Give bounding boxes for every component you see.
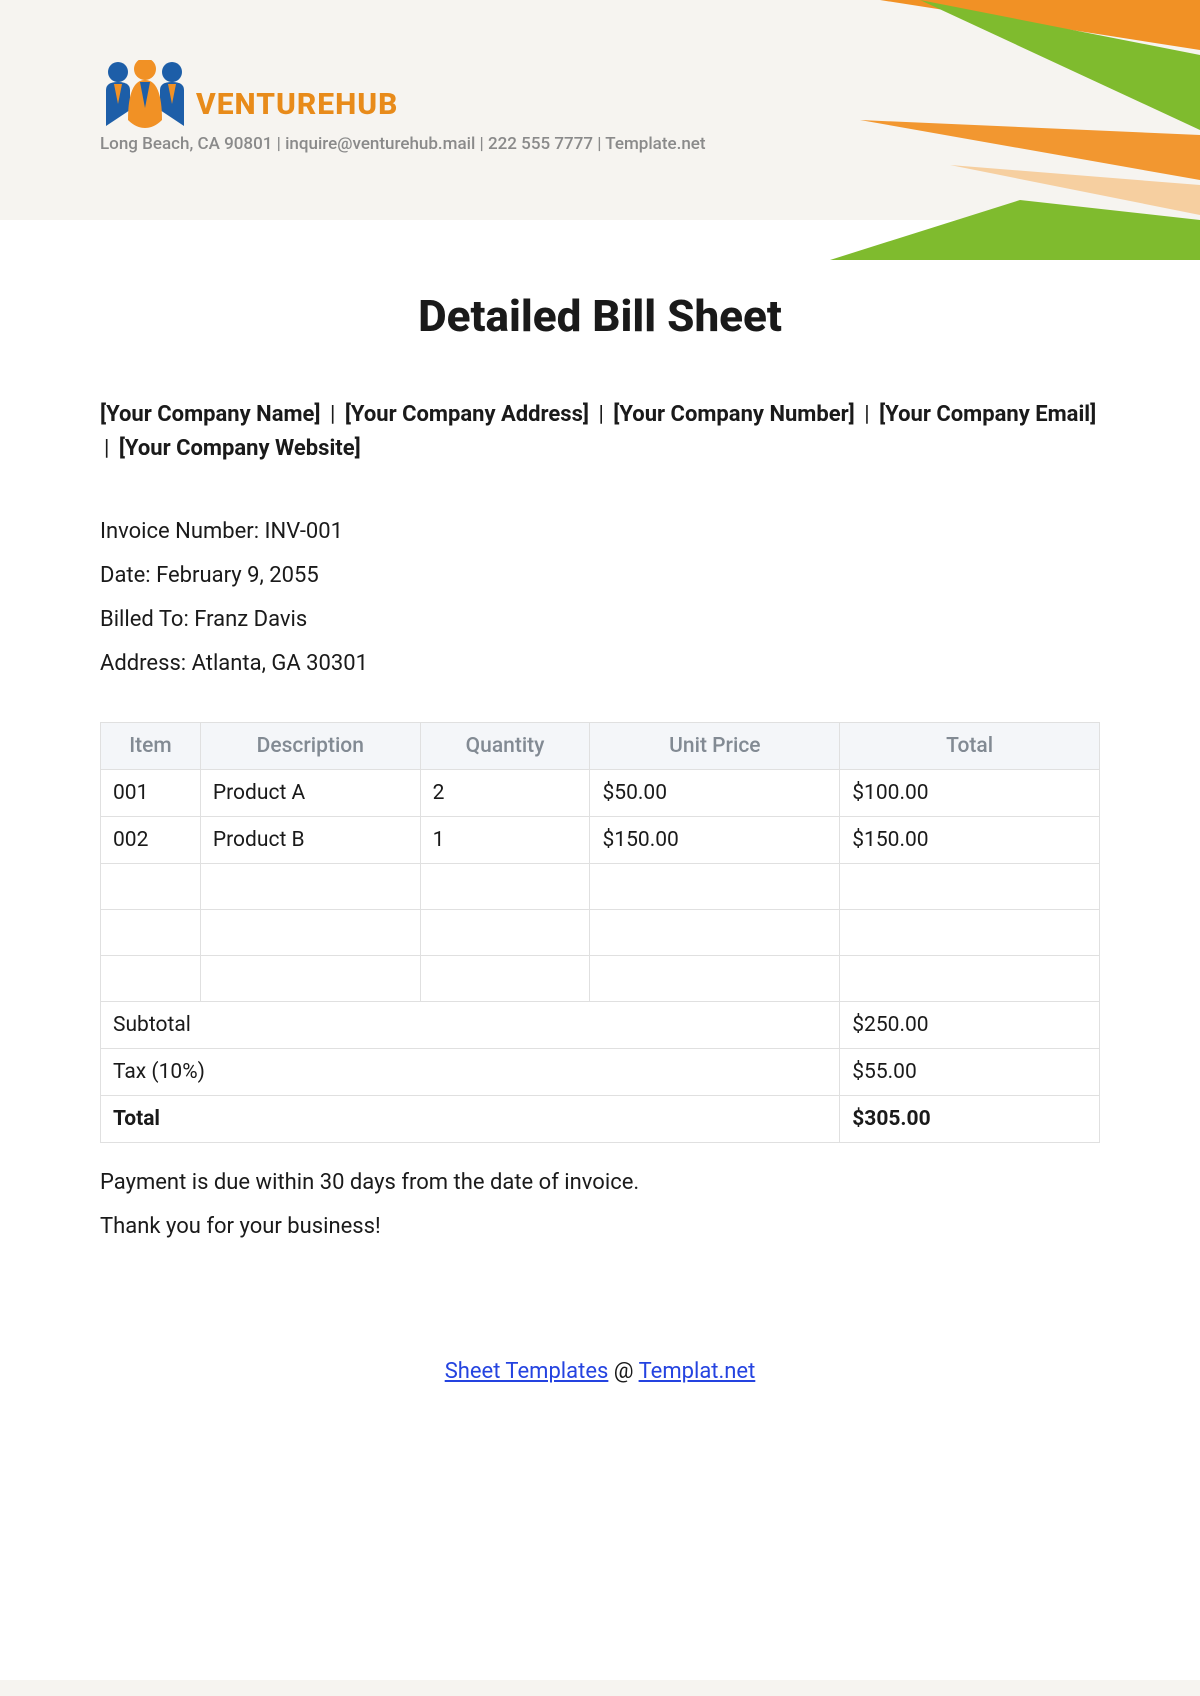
bill-table: Item Description Quantity Unit Price Tot… [100,722,1100,1143]
cell-description: Product A [200,770,420,817]
table-row [101,910,1100,956]
brand-meta: Long Beach, CA 90801 | inquire@venturehu… [100,134,1200,154]
invoice-date-value: February 9, 2055 [156,563,319,588]
cell-item: 001 [101,770,201,817]
address-label: Address: [100,651,192,676]
cell-item: 002 [101,817,201,864]
billed-to-value: Franz Davis [194,607,307,632]
footer-links: Sheet Templates @ Templat.net [100,1359,1100,1384]
tax-label: Tax (10%) [101,1049,840,1096]
table-row [101,956,1100,1002]
table-row: 001 Product A 2 $50.00 $100.00 [101,770,1100,817]
placeholder-company-address: [Your Company Address] [345,402,589,427]
subtotal-value: $250.00 [840,1002,1100,1049]
subtotal-row: Subtotal $250.00 [101,1002,1100,1049]
invoice-number-line: Invoice Number: INV-001 [100,510,1100,554]
brand-name: VENTUREHUB [196,87,398,128]
col-quantity: Quantity [420,723,590,770]
col-unit-price: Unit Price [590,723,840,770]
cell-quantity: 2 [420,770,590,817]
cell-unit-price [590,956,840,1002]
invoice-date-label: Date: [100,563,156,588]
separator: | [598,402,603,427]
address-line: Address: Atlanta, GA 30301 [100,642,1100,686]
table-header-row: Item Description Quantity Unit Price Tot… [101,723,1100,770]
cell-quantity [420,864,590,910]
col-item: Item [101,723,201,770]
notes: Payment is due within 30 days from the d… [100,1161,1100,1249]
cell-description: Product B [200,817,420,864]
cell-description [200,910,420,956]
document-body: Detailed Bill Sheet [Your Company Name] … [0,220,1200,1680]
cell-total [840,864,1100,910]
footer-separator: @ [608,1359,638,1384]
cell-quantity [420,910,590,956]
placeholder-company-number: [Your Company Number] [613,402,854,427]
thank-you-note: Thank you for your business! [100,1205,1100,1249]
cell-total [840,910,1100,956]
logo-row: VENTUREHUB [100,60,1200,128]
separator: | [104,436,109,461]
cell-item [101,910,201,956]
cell-item [101,956,201,1002]
subtotal-label: Subtotal [101,1002,840,1049]
cell-unit-price [590,864,840,910]
total-label: Total [101,1096,840,1143]
table-row: 002 Product B 1 $150.00 $150.00 [101,817,1100,864]
separator: | [330,402,335,427]
cell-quantity: 1 [420,817,590,864]
total-value: $305.00 [840,1096,1100,1143]
billed-to-line: Billed To: Franz Davis [100,598,1100,642]
cell-total [840,956,1100,1002]
cell-unit-price: $150.00 [590,817,840,864]
billed-to-label: Billed To: [100,607,194,632]
cell-description [200,864,420,910]
header: VENTUREHUB Long Beach, CA 90801 | inquir… [0,0,1200,154]
cell-total: $100.00 [840,770,1100,817]
footer-link-sheet-templates[interactable]: Sheet Templates [445,1359,609,1384]
invoice-number-label: Invoice Number: [100,519,265,544]
address-value: Atlanta, GA 30301 [192,651,368,676]
col-total: Total [840,723,1100,770]
invoice-date-line: Date: February 9, 2055 [100,554,1100,598]
cell-unit-price [590,910,840,956]
people-logo-icon [100,60,190,128]
total-row: Total $305.00 [101,1096,1100,1143]
cell-unit-price: $50.00 [590,770,840,817]
page-title: Detailed Bill Sheet [100,290,1100,342]
payment-note: Payment is due within 30 days from the d… [100,1161,1100,1205]
col-description: Description [200,723,420,770]
placeholder-company-email: [Your Company Email] [879,402,1096,427]
invoice-number-value: INV-001 [265,519,343,544]
cell-description [200,956,420,1002]
tax-row: Tax (10%) $55.00 [101,1049,1100,1096]
invoice-meta: Invoice Number: INV-001 Date: February 9… [100,510,1100,686]
footer-link-templat-net[interactable]: Templat.net [639,1359,756,1384]
cell-item [101,864,201,910]
cell-total: $150.00 [840,817,1100,864]
separator: | [864,402,869,427]
table-row [101,864,1100,910]
company-placeholders: [Your Company Name] | [Your Company Addr… [100,398,1100,466]
placeholder-company-name: [Your Company Name] [100,402,321,427]
tax-value: $55.00 [840,1049,1100,1096]
cell-quantity [420,956,590,1002]
placeholder-company-website: [Your Company Website] [119,436,361,461]
